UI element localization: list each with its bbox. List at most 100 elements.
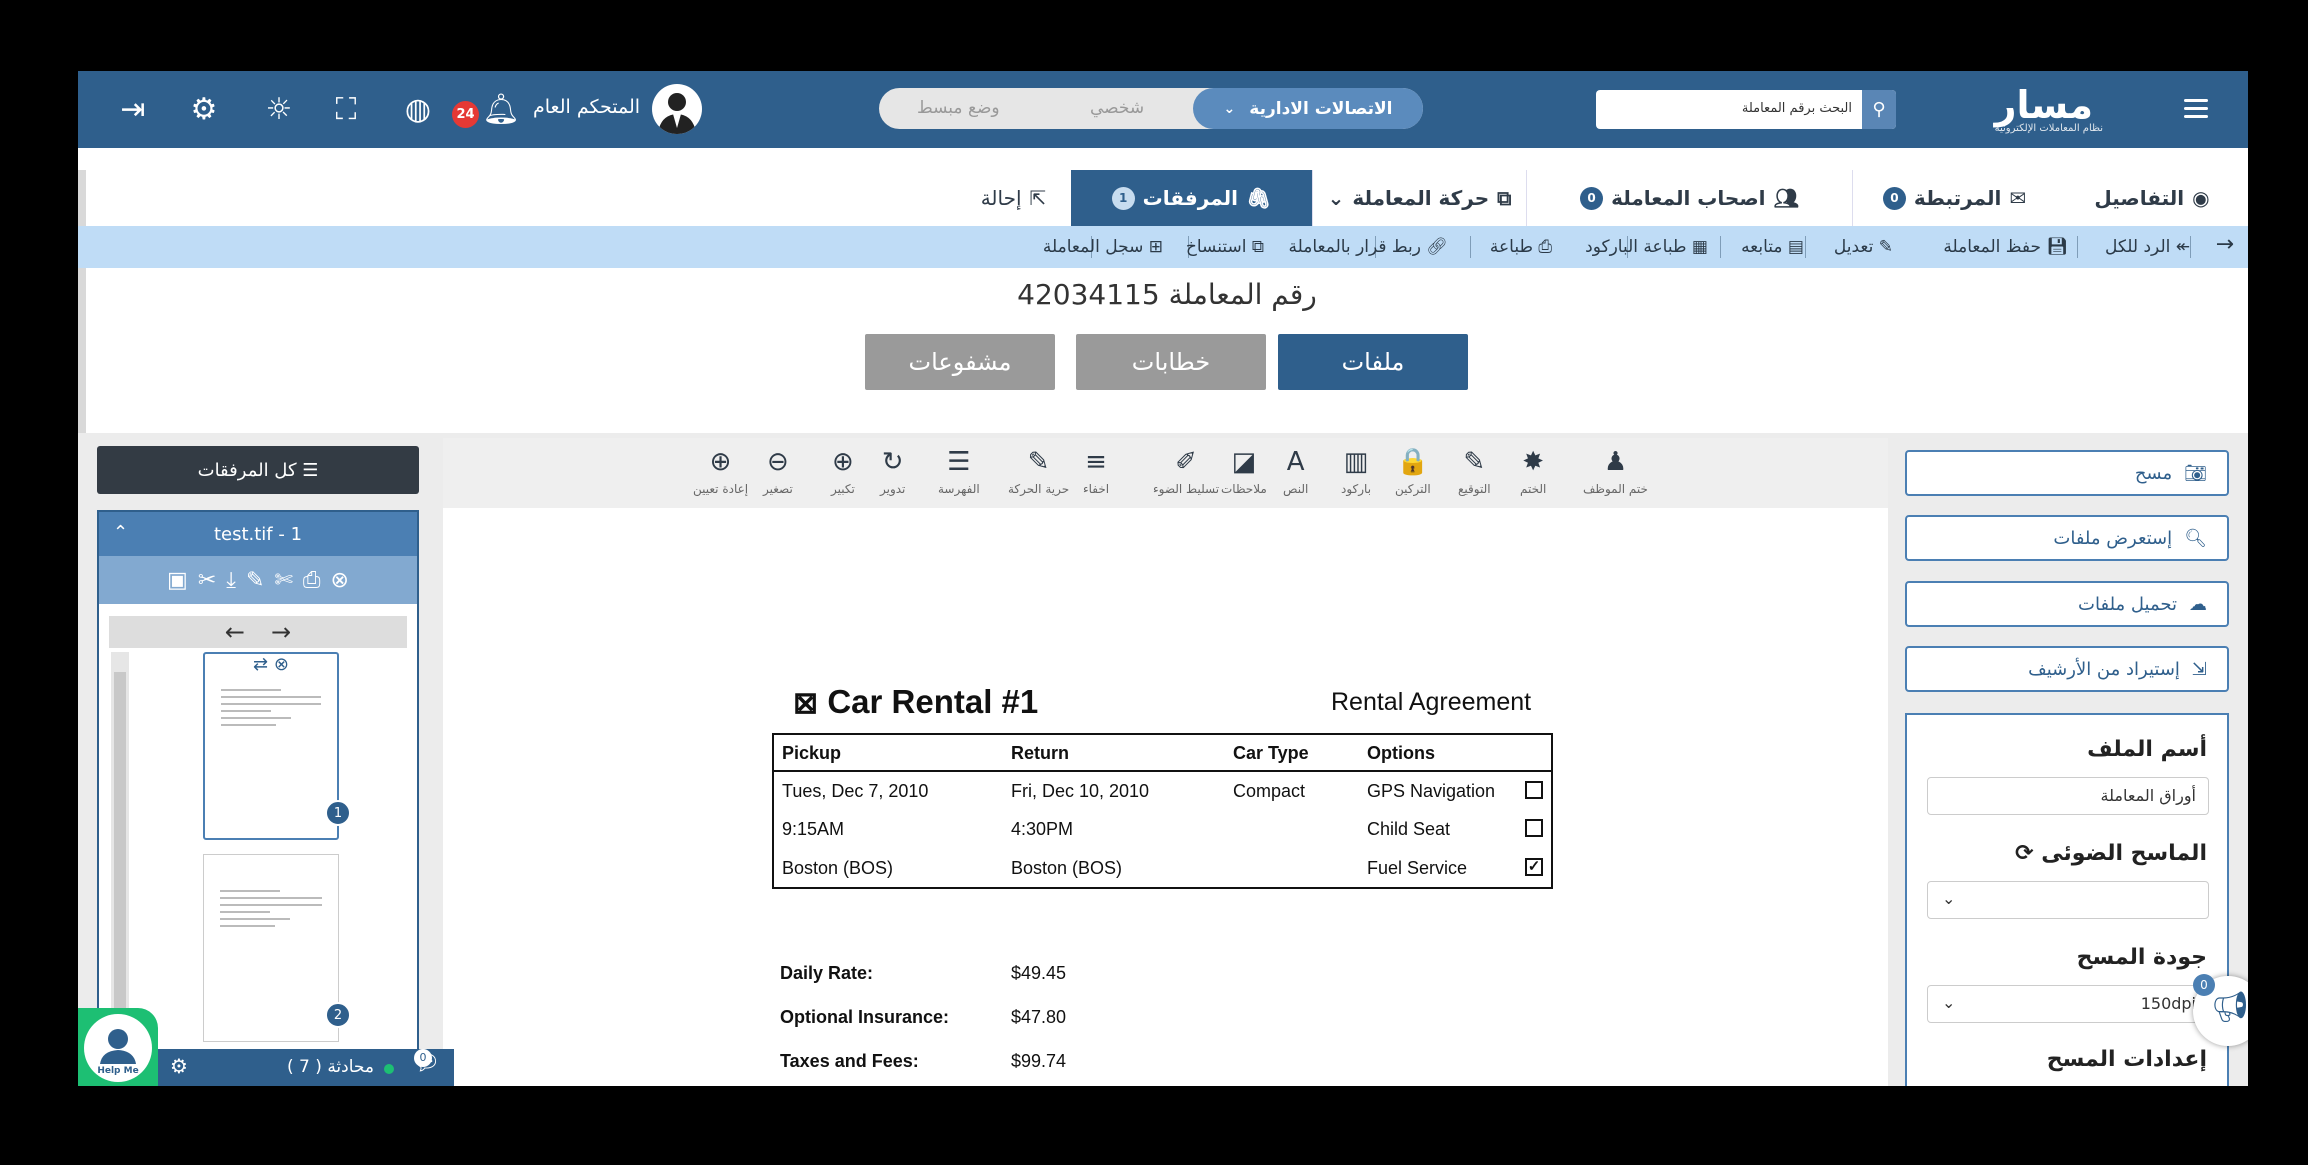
rotate-tool[interactable]: ↻ تدوير <box>880 448 905 496</box>
highlight-tool[interactable]: ✐ تسليط الضوء <box>1153 448 1219 496</box>
tool-label: حرية الحركة <box>1008 482 1070 496</box>
edit-button[interactable]: ✎ تعديل <box>1834 237 1893 257</box>
fullscreen-icon[interactable]: ⛶ <box>327 90 365 128</box>
notes-tool[interactable]: ◪ ملاحظات <box>1221 448 1267 496</box>
print-button[interactable]: ⎙ طباعة <box>1490 237 1552 257</box>
archive-icon[interactable]: ▣ <box>167 568 188 593</box>
refresh-icon[interactable]: ⟳ <box>2015 841 2033 866</box>
zoom-out-tool[interactable]: ⊖ تصغير <box>763 448 793 496</box>
save-transaction-button[interactable]: 💾︎ حفظ المعاملة <box>1943 237 2068 257</box>
reset-tool[interactable]: ⊕ إعادة تعيين <box>693 448 748 496</box>
avatar[interactable] <box>652 84 702 134</box>
files-button[interactable]: ملفات <box>1278 334 1468 390</box>
scan-quality-select[interactable]: 150dpi ⌄ <box>1927 985 2209 1023</box>
letters-button[interactable]: خطابات <box>1076 334 1266 390</box>
file-header[interactable]: ⌃ test.tif - 1 <box>99 512 417 556</box>
tab-attachments[interactable]: 🖇︎ المرفقات 1 <box>1071 170 1312 226</box>
logout-icon[interactable]: ⇥ <box>114 90 152 128</box>
chat-bar[interactable]: 💬︎ 0 محادثة ( 7 ) ⚙ <box>158 1049 454 1086</box>
list-icon: ☰ <box>302 459 319 481</box>
checkbox <box>1525 780 1543 799</box>
page-thumbnail[interactable] <box>203 854 339 1042</box>
text-tool[interactable]: A النص <box>1283 448 1308 496</box>
import-archive-button[interactable]: إستيراد من الأرشيف ⇲ <box>1905 646 2229 692</box>
free-move-tool[interactable]: ✎ حرية الحركة <box>1008 448 1069 496</box>
gear-icon[interactable]: ⚙ <box>170 1054 188 1078</box>
scan-settings-panel: أسم الملف أوراق المعاملة الماسح الضوئى ⟳… <box>1905 713 2229 1086</box>
chevron-up-icon[interactable]: ⌃ <box>113 522 128 543</box>
reply-all-button[interactable]: ↞ الرد للكل <box>2105 237 2190 257</box>
document-viewer[interactable]: ⊠ Car Rental #1 Rental Agreement Pickup … <box>443 508 1888 1086</box>
arrow-right-icon[interactable]: → <box>271 618 291 646</box>
bell-icon[interactable]: 🔔︎ <box>482 90 520 128</box>
mode-option-simple[interactable]: وضع مبسط <box>917 98 1000 118</box>
scan-button[interactable]: مسح 📷︎ <box>1905 450 2229 496</box>
tool-label: تصغير <box>763 482 793 496</box>
tool-label: ملاحظات <box>1221 482 1267 496</box>
clone-button[interactable]: ⧉ استنساخ <box>1186 237 1264 257</box>
help-me-button[interactable]: Help Me <box>78 1008 158 1086</box>
chevron-down-icon: ⌄ <box>1942 993 1956 1012</box>
globe-icon[interactable]: ◍ <box>399 90 437 128</box>
tab-owners[interactable]: 👥︎ اصحاب المعاملة 0 <box>1526 170 1852 226</box>
search-input[interactable]: البحث برقم المعاملة ⚲ <box>1596 90 1896 129</box>
tab-movement[interactable]: ⧉ حركة المعاملة ⌄ <box>1312 170 1526 226</box>
mode-option-active[interactable]: الاتصالات الادارية ⌄ <box>1193 88 1423 129</box>
mode-switch[interactable]: وضع مبسط شخصي الاتصالات الادارية ⌄ <box>879 88 1423 129</box>
print-barcode-button[interactable]: ▦ طباعة الباركود <box>1585 237 1708 257</box>
scanner-select[interactable]: ⌄ <box>1927 881 2209 919</box>
download-icon[interactable]: ⤓ <box>226 568 236 593</box>
split-icon[interactable]: ✄ <box>274 568 292 593</box>
workspace: ☰ كل المرفقات ⌃ test.tif - 1 ▣ ✂ ⤓ ✎ ✄ ⎙… <box>78 433 2248 1086</box>
search-icon[interactable]: ⚲ <box>1862 90 1896 129</box>
swap-icon[interactable]: ⇄ ⊗ <box>205 654 337 684</box>
tool-label: التوقيع <box>1458 482 1491 496</box>
close-circle-icon[interactable]: ⊗ <box>331 568 349 593</box>
hide-tool[interactable]: ≡ اخفاء <box>1083 448 1109 496</box>
tool-label: الختم <box>1520 482 1547 496</box>
chevron-down-icon: ⌄ <box>1942 889 1956 908</box>
table-row: 9:15AM 4:30PM Child Seat <box>773 810 1552 849</box>
upload-files-button[interactable]: تحميل ملفات ☁ <box>1905 581 2229 627</box>
tab-referral[interactable]: ⇱ إحالة <box>956 170 1071 226</box>
rotate-icon: ↻ <box>881 447 904 477</box>
tool-label: تكبير <box>831 482 855 496</box>
lock-tool[interactable]: 🔒 التركين <box>1395 448 1431 496</box>
mode-option-personal[interactable]: شخصي <box>1090 98 1144 118</box>
barcode-tool[interactable]: ▥ باركود <box>1341 448 1371 496</box>
tab-related[interactable]: ✉ المرتبطة 0 <box>1852 170 2056 226</box>
tool-label: إعادة تعيين <box>693 482 749 496</box>
page-thumbnail[interactable]: ⇄ ⊗ <box>203 652 339 840</box>
menu-icon[interactable] <box>2184 99 2208 123</box>
signature-tool[interactable]: ✎ التوقيع <box>1458 448 1491 496</box>
table-row: Boston (BOS) Boston (BOS) Fuel Service ✓ <box>773 849 1552 888</box>
seal-tool[interactable]: ✸ الختم <box>1520 448 1546 496</box>
zoom-out-icon: ⊖ <box>766 447 789 477</box>
arrow-left-icon[interactable]: ← <box>225 618 245 646</box>
transaction-log-button[interactable]: ⊞ سجل المعاملة <box>1043 237 1163 257</box>
arrow-right-icon[interactable]: → <box>2216 232 2234 257</box>
employee-stamp-tool[interactable]: ♟ ختم الموظف <box>1583 448 1648 496</box>
link-decision-button[interactable]: 🔗︎ ربط قرار بالمعاملة <box>1289 237 1448 257</box>
browse-files-button[interactable]: إستعرض ملفات 🔍︎ <box>1905 515 2229 561</box>
user-name[interactable]: المتحكم العام <box>533 96 640 118</box>
all-attachments-button[interactable]: ☰ كل المرفقات <box>97 446 419 494</box>
follow-button[interactable]: ▤ متابعه <box>1741 237 1804 257</box>
tool-label: تسليط الضوء <box>1153 482 1220 496</box>
tool-label: ختم الموظف <box>1583 482 1648 496</box>
scanner-label: الماسح الضوئى ⟳ <box>2015 841 2207 866</box>
document-subtitle: Rental Agreement <box>1331 688 1532 716</box>
enclosures-button[interactable]: مشفوعات <box>865 334 1055 390</box>
theme-light-icon[interactable]: ☼ <box>260 90 298 128</box>
file-name-input[interactable]: أوراق المعاملة <box>1927 777 2209 815</box>
import-icon: ⇲ <box>2191 658 2207 680</box>
edit-icon[interactable]: ✎ <box>246 568 264 593</box>
page-nav: ← → <box>109 616 407 648</box>
thumbnail-list[interactable]: ⇄ ⊗ 1 2 <box>111 652 407 1072</box>
print-icon[interactable]: ⎙ <box>303 568 321 593</box>
index-tool[interactable]: ☰ الفهرسة <box>938 448 980 496</box>
tab-details[interactable]: ◉ التفاصيل <box>2056 170 2248 226</box>
cut-icon[interactable]: ✂ <box>198 568 216 593</box>
zoom-in-tool[interactable]: ⊕ تكبير <box>831 448 855 496</box>
gear-icon[interactable]: ⚙ <box>185 90 223 128</box>
